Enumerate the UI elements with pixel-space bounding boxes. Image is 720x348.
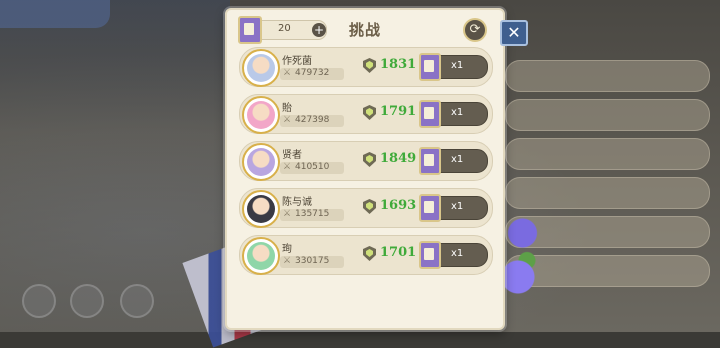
blurred-list-row [505, 60, 710, 92]
opponent-name: 珣 [282, 244, 292, 255]
challenge-cost: x1 [451, 248, 464, 259]
challenge-button[interactable]: x1 [419, 147, 488, 175]
shield-badge-icon [363, 246, 376, 261]
shield-badge-icon [363, 199, 376, 214]
opponent-row: 作死菌 ⚔ 479732 1831 x1 [239, 47, 493, 87]
opponent-row: 貽 ⚔ 427398 1791 x1 [239, 94, 493, 134]
crossed-swords-icon: ⚔ [283, 115, 292, 125]
challenge-cost: x1 [451, 107, 464, 118]
challenge-button[interactable]: x1 [419, 194, 488, 222]
rank-points: 1791 [380, 104, 417, 119]
character-portrait [247, 101, 275, 129]
challenge-ticket-icon [419, 194, 441, 222]
character-portrait [247, 54, 275, 82]
challenge-ticket-icon [419, 241, 441, 269]
avatar[interactable] [242, 190, 280, 228]
shield-badge-icon [363, 152, 376, 167]
avatar[interactable] [242, 237, 280, 275]
power-display: ⚔ 410510 [280, 162, 344, 174]
panel-title: 挑战 [348, 21, 381, 39]
challenge-ticket-icon [419, 100, 441, 128]
power-display: ⚔ 135715 [280, 209, 344, 221]
challenge-button[interactable]: x1 [419, 241, 488, 269]
blurred-skill-button [22, 284, 56, 318]
power-value: 479732 [295, 68, 330, 78]
power-display: ⚔ 427398 [280, 115, 344, 127]
opponent-row: 陈与诚 ⚔ 135715 1693 x1 [239, 188, 493, 228]
rank-points: 1693 [380, 198, 417, 213]
opponent-name: 贤者 [282, 150, 302, 161]
crossed-swords-icon: ⚔ [283, 209, 292, 219]
opponent-name: 陈与诚 [282, 197, 312, 208]
crossed-swords-icon: ⚔ [283, 68, 292, 78]
avatar[interactable] [242, 49, 280, 87]
power-display: ⚔ 330175 [280, 256, 344, 268]
rank-points: 1831 [380, 57, 417, 72]
avatar[interactable] [242, 96, 280, 134]
shield-badge-icon [363, 105, 376, 120]
challenge-ticket-icon [419, 53, 441, 81]
blurred-skill-button [70, 284, 104, 318]
character-portrait [247, 242, 275, 270]
challenge-button[interactable]: x1 [419, 100, 488, 128]
power-value: 135715 [295, 209, 330, 219]
blurred-list-row [505, 138, 710, 170]
challenge-panel: 20 + 挑战 ⟳ 作死菌 ⚔ 479732 1831 x1 貽 ⚔ 42739… [225, 8, 505, 330]
blurred-list-row [505, 99, 710, 131]
top-bar-blurred [0, 0, 110, 28]
refresh-button[interactable]: ⟳ [463, 18, 487, 42]
challenge-cost: x1 [451, 154, 464, 165]
challenge-button[interactable]: x1 [419, 53, 488, 81]
character-portrait [247, 195, 275, 223]
character-portrait [247, 148, 275, 176]
panel-header: 20 + 挑战 ⟳ [227, 10, 503, 46]
power-display: ⚔ 479732 [280, 68, 344, 80]
opponent-name: 貽 [282, 103, 292, 114]
crossed-swords-icon: ⚔ [283, 256, 292, 266]
challenge-cost: x1 [451, 60, 464, 71]
avatar[interactable] [242, 143, 280, 181]
blurred-skill-button [120, 284, 154, 318]
rank-points: 1701 [380, 245, 417, 260]
flower-decoration [500, 200, 545, 310]
power-value: 410510 [295, 162, 330, 172]
rank-points: 1849 [380, 151, 417, 166]
opponent-name: 作死菌 [282, 56, 312, 67]
challenge-cost: x1 [451, 201, 464, 212]
opponent-row: 贤者 ⚔ 410510 1849 x1 [239, 141, 493, 181]
opponent-row: 珣 ⚔ 330175 1701 x1 [239, 235, 493, 275]
crossed-swords-icon: ⚔ [283, 162, 292, 172]
power-value: 330175 [295, 256, 330, 266]
close-button[interactable]: ✕ [500, 20, 528, 46]
shield-badge-icon [363, 58, 376, 73]
challenge-ticket-icon [419, 147, 441, 175]
power-value: 427398 [295, 115, 330, 125]
